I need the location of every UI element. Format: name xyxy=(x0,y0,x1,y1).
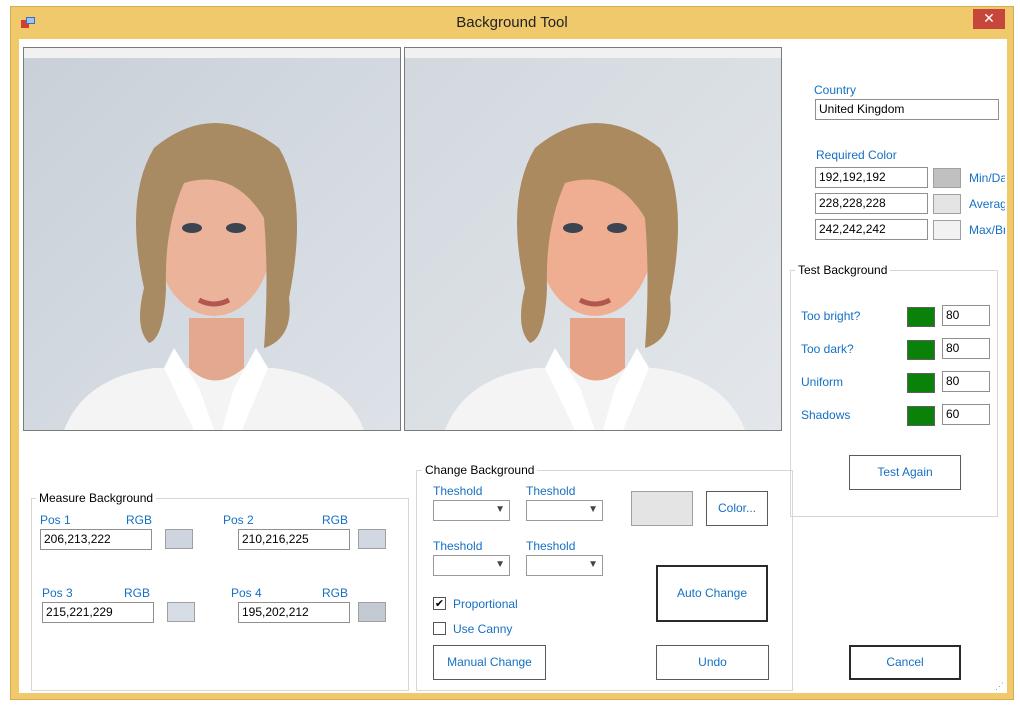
pos4-field[interactable]: 195,202,212 xyxy=(238,602,350,623)
use-canny-label: Use Canny xyxy=(453,622,513,636)
chevron-down-icon: ▼ xyxy=(495,504,505,515)
threshold-label-4: Theshold xyxy=(526,539,576,553)
pos3-swatch xyxy=(167,602,195,622)
country-field[interactable]: United Kingdom xyxy=(815,99,999,120)
pos3-label: Pos 3 xyxy=(42,586,73,600)
too-bright-threshold-field[interactable]: 80 xyxy=(942,305,990,326)
pos1-swatch xyxy=(165,529,193,549)
measure-background-title: Measure Background xyxy=(36,491,157,505)
processed-portrait-image xyxy=(405,48,781,430)
required-color-average-swatch[interactable] xyxy=(933,194,961,214)
too-bright-status-indicator xyxy=(907,307,935,327)
uniform-threshold-field[interactable]: 80 xyxy=(942,371,990,392)
uniform-label: Uniform xyxy=(801,375,844,389)
too-bright-label: Too bright? xyxy=(801,309,861,323)
shadows-threshold-field[interactable]: 60 xyxy=(942,404,990,425)
too-dark-threshold-field[interactable]: 80 xyxy=(942,338,990,359)
window-title: Background Tool xyxy=(456,14,568,31)
pos1-label: Pos 1 xyxy=(40,513,71,527)
use-canny-checkbox[interactable] xyxy=(433,622,446,635)
required-color-max-swatch[interactable] xyxy=(933,220,961,240)
cancel-button[interactable]: Cancel xyxy=(849,645,961,680)
chevron-down-icon: ▼ xyxy=(588,504,598,515)
proportional-checkbox[interactable]: ✔ xyxy=(433,597,446,610)
close-button[interactable]: ✕ xyxy=(973,9,1005,29)
required-color-average-caption: Averag xyxy=(969,197,1005,211)
pos3-field[interactable]: 215,221,229 xyxy=(42,602,154,623)
shadows-label: Shadows xyxy=(801,408,851,422)
shadows-status-indicator xyxy=(907,406,935,426)
pos2-label: Pos 2 xyxy=(223,513,254,527)
pos1-field[interactable]: 206,213,222 xyxy=(40,529,152,550)
threshold-label-2: Theshold xyxy=(526,484,576,498)
required-color-max-caption: Max/Br xyxy=(969,223,1005,237)
pos2-rgb-label: RGB xyxy=(322,513,349,527)
required-color-min-caption: Min/Da xyxy=(969,171,1005,185)
app-window: Background Tool ✕ Country United Kingdom… xyxy=(10,6,1014,700)
change-background-title: Change Background xyxy=(422,463,538,477)
client-area: Country United Kingdom Required Color 19… xyxy=(19,39,1007,693)
color-picker-button[interactable]: Color... xyxy=(706,491,768,526)
threshold-dropdown-4[interactable]: ▼ xyxy=(526,555,603,576)
threshold-dropdown-1[interactable]: ▼ xyxy=(433,500,510,521)
measure-background-group xyxy=(31,498,409,691)
pos4-label: Pos 4 xyxy=(231,586,262,600)
threshold-dropdown-2[interactable]: ▼ xyxy=(526,500,603,521)
pos2-swatch xyxy=(358,529,386,549)
test-background-title: Test Background xyxy=(795,263,891,277)
required-color-max-field[interactable]: 242,242,242 xyxy=(815,219,928,240)
too-dark-status-indicator xyxy=(907,340,935,360)
undo-button[interactable]: Undo xyxy=(656,645,769,680)
pos1-rgb-label: RGB xyxy=(126,513,153,527)
required-color-min-swatch[interactable] xyxy=(933,168,961,188)
country-label: Country xyxy=(814,83,857,97)
manual-change-button[interactable]: Manual Change xyxy=(433,645,546,680)
processed-photo-panel[interactable] xyxy=(404,47,782,431)
chevron-down-icon: ▼ xyxy=(495,559,505,570)
required-color-label: Required Color xyxy=(816,148,897,162)
pos4-swatch xyxy=(358,602,386,622)
original-photo-panel[interactable] xyxy=(23,47,401,431)
threshold-dropdown-3[interactable]: ▼ xyxy=(433,555,510,576)
threshold-label-3: Theshold xyxy=(433,539,483,553)
chevron-down-icon: ▼ xyxy=(588,559,598,570)
uniform-status-indicator xyxy=(907,373,935,393)
pos4-rgb-label: RGB xyxy=(322,586,349,600)
title-bar[interactable]: Background Tool ✕ xyxy=(11,7,1013,39)
new-color-preview xyxy=(631,491,693,526)
proportional-label: Proportional xyxy=(453,597,518,611)
auto-change-button[interactable]: Auto Change xyxy=(656,565,768,622)
required-color-min-field[interactable]: 192,192,192 xyxy=(815,167,928,188)
threshold-label-1: Theshold xyxy=(433,484,483,498)
required-color-average-field[interactable]: 228,228,228 xyxy=(815,193,928,214)
too-dark-label: Too dark? xyxy=(801,342,854,356)
pos2-field[interactable]: 210,216,225 xyxy=(238,529,350,550)
original-portrait-image xyxy=(24,48,400,430)
resize-grip-icon[interactable]: ⋰ xyxy=(995,681,1005,691)
pos3-rgb-label: RGB xyxy=(124,586,151,600)
test-again-button[interactable]: Test Again xyxy=(849,455,961,490)
